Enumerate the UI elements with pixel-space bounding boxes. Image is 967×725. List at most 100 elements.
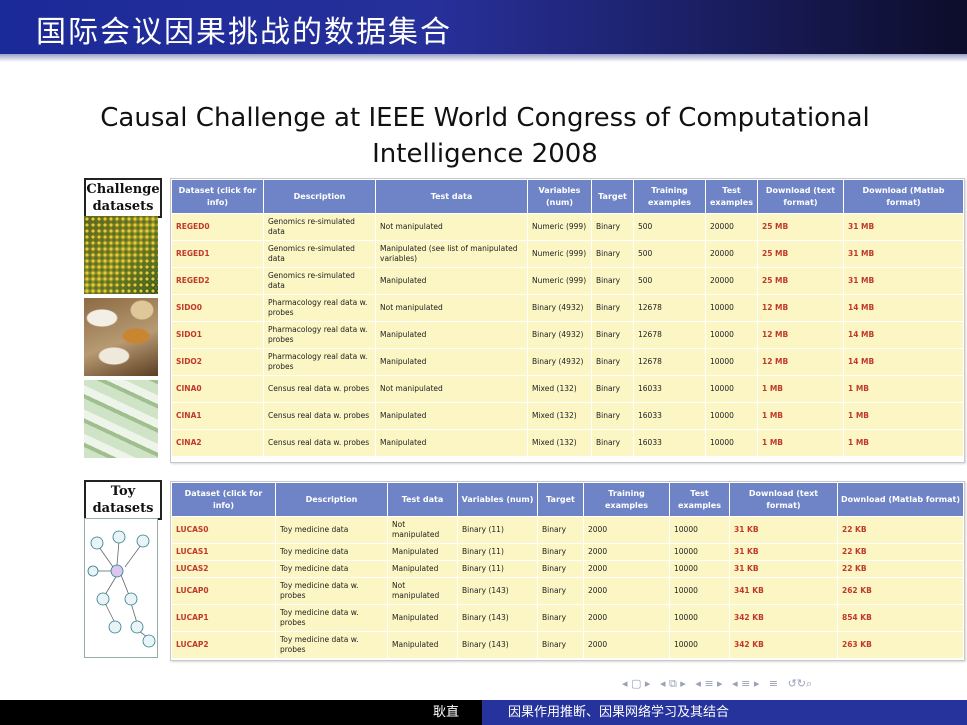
column-header: Test examples bbox=[669, 482, 730, 517]
table-cell: Binary bbox=[537, 577, 584, 605]
download-text-link[interactable]: 1 MB bbox=[757, 402, 844, 430]
download-matlab-link[interactable]: 1 MB bbox=[843, 429, 964, 457]
dataset-link[interactable]: CINA1 bbox=[171, 402, 264, 430]
download-matlab-link[interactable]: 31 MB bbox=[843, 213, 964, 241]
download-matlab-link[interactable]: 14 MB bbox=[843, 294, 964, 322]
dataset-link[interactable]: SIDO0 bbox=[171, 294, 264, 322]
download-text-link[interactable]: 342 KB bbox=[729, 631, 838, 659]
table-cell: Numeric (999) bbox=[527, 213, 592, 241]
dataset-link[interactable]: LUCAP0 bbox=[171, 577, 276, 605]
download-text-link[interactable]: 1 MB bbox=[757, 429, 844, 457]
download-text-link[interactable]: 1 MB bbox=[757, 375, 844, 403]
download-matlab-link[interactable]: 263 KB bbox=[837, 631, 964, 659]
table-cell: 10000 bbox=[705, 402, 758, 430]
download-text-link[interactable]: 12 MB bbox=[757, 294, 844, 322]
dataset-link[interactable]: CINA2 bbox=[171, 429, 264, 457]
table-cell: 20000 bbox=[705, 267, 758, 295]
nav-section-icon[interactable]: ◂ ≡ ▸ bbox=[695, 677, 722, 690]
table-cell: Pharmacology real data w. probes bbox=[263, 294, 376, 322]
dataset-link[interactable]: REGED1 bbox=[171, 240, 264, 268]
table-cell: 10000 bbox=[705, 429, 758, 457]
table-cell: Binary bbox=[537, 543, 584, 561]
download-text-link[interactable]: 25 MB bbox=[757, 240, 844, 268]
download-text-link[interactable]: 25 MB bbox=[757, 213, 844, 241]
table-cell: Toy medicine data bbox=[275, 516, 388, 544]
download-matlab-link[interactable]: 31 MB bbox=[843, 240, 964, 268]
column-header: Test examples bbox=[705, 179, 758, 214]
nav-subsection-icon[interactable]: ◂ ≡ ▸ bbox=[732, 677, 759, 690]
table-cell: Toy medicine data bbox=[275, 560, 388, 578]
table-row: CINA0 Census real data w. probes Not manip… bbox=[171, 375, 964, 403]
challenge-datasets-label: Challenge datasets bbox=[84, 178, 162, 218]
download-text-link[interactable]: 31 KB bbox=[729, 543, 838, 561]
download-matlab-link[interactable]: 1 MB bbox=[843, 402, 964, 430]
table-cell: 10000 bbox=[669, 516, 730, 544]
dataset-link[interactable]: LUCAP2 bbox=[171, 631, 276, 659]
download-matlab-link[interactable]: 22 KB bbox=[837, 543, 964, 561]
download-matlab-link[interactable]: 262 KB bbox=[837, 577, 964, 605]
table-cell: Not manipulated bbox=[375, 375, 528, 403]
table-cell: Binary bbox=[537, 516, 584, 544]
table-cell: 10000 bbox=[669, 604, 730, 632]
table-row: LUCAS0 Toy medicine data Not manipulated Bi… bbox=[171, 516, 964, 544]
download-text-link[interactable]: 31 KB bbox=[729, 560, 838, 578]
column-header: Dataset (click for info) bbox=[171, 179, 264, 214]
table-cell: Manipulated (see list of manipulated var… bbox=[375, 240, 528, 268]
column-header: Download (Matlab format) bbox=[837, 482, 964, 517]
table-cell: 12678 bbox=[633, 348, 706, 376]
table-cell: 10000 bbox=[705, 375, 758, 403]
download-text-link[interactable]: 342 KB bbox=[729, 604, 838, 632]
dataset-link[interactable]: SIDO2 bbox=[171, 348, 264, 376]
column-header: Download (text format) bbox=[729, 482, 838, 517]
download-matlab-link[interactable]: 854 KB bbox=[837, 604, 964, 632]
dataset-link[interactable]: LUCAP1 bbox=[171, 604, 276, 632]
table-row: LUCAS1 Toy medicine data Manipulated Binary… bbox=[171, 543, 964, 561]
table-cell: Binary (4932) bbox=[527, 348, 592, 376]
column-header: Download (text format) bbox=[757, 179, 844, 214]
download-matlab-link[interactable]: 31 MB bbox=[843, 267, 964, 295]
table-cell: Binary bbox=[537, 604, 584, 632]
dataset-link[interactable]: SIDO1 bbox=[171, 321, 264, 349]
column-header: Variables (num) bbox=[527, 179, 592, 214]
column-header: Target bbox=[591, 179, 634, 214]
table-cell: Binary (4932) bbox=[527, 321, 592, 349]
nav-prev-icon[interactable]: ◂ ⧉ ▸ bbox=[660, 677, 686, 691]
table-cell: Binary (143) bbox=[457, 631, 538, 659]
table-cell: Binary bbox=[591, 429, 634, 457]
genomics-image bbox=[84, 216, 158, 294]
table-cell: Mixed (132) bbox=[527, 429, 592, 457]
table-cell: Binary bbox=[591, 240, 634, 268]
download-text-link[interactable]: 25 MB bbox=[757, 267, 844, 295]
nav-align-icon[interactable]: ≡ bbox=[769, 677, 778, 690]
download-matlab-link[interactable]: 22 KB bbox=[837, 560, 964, 578]
table-cell: 500 bbox=[633, 240, 706, 268]
dataset-link[interactable]: REGED0 bbox=[171, 213, 264, 241]
download-text-link[interactable]: 341 KB bbox=[729, 577, 838, 605]
download-text-link[interactable]: 12 MB bbox=[757, 321, 844, 349]
table-cell: Toy medicine data w. probes bbox=[275, 631, 388, 659]
table-cell: 2000 bbox=[583, 631, 670, 659]
download-matlab-link[interactable]: 1 MB bbox=[843, 375, 964, 403]
table-cell: Manipulated bbox=[387, 604, 458, 632]
nav-search-icon[interactable]: ↺↻⌕ bbox=[788, 677, 813, 691]
download-matlab-link[interactable]: 14 MB bbox=[843, 321, 964, 349]
download-text-link[interactable]: 31 KB bbox=[729, 516, 838, 544]
table-cell: Manipulated bbox=[375, 402, 528, 430]
table-cell: 2000 bbox=[583, 516, 670, 544]
table-row: LUCAP1 Toy medicine data w. probes Manipul… bbox=[171, 604, 964, 632]
column-header: Description bbox=[275, 482, 388, 517]
download-matlab-link[interactable]: 14 MB bbox=[843, 348, 964, 376]
download-matlab-link[interactable]: 22 KB bbox=[837, 516, 964, 544]
dataset-link[interactable]: LUCAS2 bbox=[171, 560, 276, 578]
download-text-link[interactable]: 12 MB bbox=[757, 348, 844, 376]
dataset-link[interactable]: LUCAS0 bbox=[171, 516, 276, 544]
table-cell: 10000 bbox=[705, 348, 758, 376]
table-row: CINA2 Census real data w. probes Manipulat… bbox=[171, 429, 964, 457]
nav-first-icon[interactable]: ◂ ▢ ▸ bbox=[622, 677, 650, 690]
table-cell: 12678 bbox=[633, 321, 706, 349]
table-cell: Binary bbox=[591, 213, 634, 241]
dataset-link[interactable]: CINA0 bbox=[171, 375, 264, 403]
causal-graph-icon bbox=[87, 530, 156, 648]
dataset-link[interactable]: REGED2 bbox=[171, 267, 264, 295]
dataset-link[interactable]: LUCAS1 bbox=[171, 543, 276, 561]
